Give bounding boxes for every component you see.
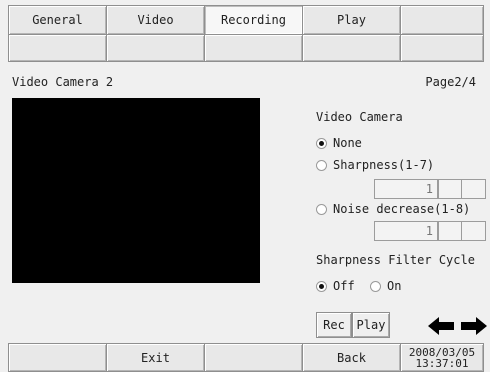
- sharpness-filter-title: Sharpness Filter Cycle: [316, 253, 475, 267]
- tab-general-label: General: [32, 13, 83, 27]
- radio-none-indicator: [316, 137, 327, 149]
- radio-noise-label: Noise decrease(1-8): [333, 202, 471, 216]
- tab-video[interactable]: Video: [106, 5, 205, 35]
- subtab-1[interactable]: [8, 34, 107, 62]
- radio-filter-on-indicator: [370, 280, 381, 292]
- prev-page-button[interactable]: [424, 312, 458, 340]
- footer-cell-1[interactable]: [8, 343, 107, 372]
- back-button[interactable]: Back: [302, 343, 401, 372]
- tab-recording-label: Recording: [220, 13, 287, 27]
- radio-sharpness-indicator: [316, 159, 327, 171]
- radio-noise-indicator: [316, 203, 327, 215]
- subtab-5[interactable]: [400, 34, 484, 62]
- radio-sharpness-label: Sharpness(1-7): [333, 158, 435, 172]
- datetime-display: 2008/03/05 13:37:01: [400, 343, 484, 372]
- footer-cell-3[interactable]: [204, 343, 303, 372]
- radio-filter-off-indicator: [316, 280, 327, 292]
- radio-none[interactable]: None: [316, 136, 362, 150]
- tab-recording[interactable]: Recording: [204, 5, 303, 35]
- noise-spin-up[interactable]: [461, 221, 486, 241]
- subtab-3[interactable]: [204, 34, 303, 62]
- sharpness-spin-up[interactable]: [461, 179, 486, 199]
- rec-button[interactable]: Rec: [316, 312, 352, 338]
- noise-spin-down[interactable]: [438, 221, 462, 241]
- arrow-right-icon: [461, 317, 487, 335]
- radio-sharpness[interactable]: Sharpness(1-7): [316, 158, 434, 172]
- next-page-button[interactable]: [458, 312, 490, 340]
- video-camera-title: Video Camera: [316, 110, 403, 124]
- radio-filter-off[interactable]: Off: [316, 279, 355, 293]
- radio-noise-decrease[interactable]: Noise decrease(1-8): [316, 202, 470, 216]
- play-button-label: Play: [356, 318, 386, 332]
- tab-play[interactable]: Play: [302, 5, 401, 35]
- subtab-2[interactable]: [106, 34, 205, 62]
- radio-none-label: None: [333, 136, 362, 150]
- video-display: [12, 98, 260, 283]
- rec-button-label: Rec: [323, 318, 345, 332]
- tab-play-label: Play: [337, 13, 366, 27]
- date-text: 2008/03/05: [408, 345, 476, 359]
- exit-button[interactable]: Exit: [106, 343, 205, 372]
- exit-button-label: Exit: [141, 350, 170, 365]
- arrow-left-icon: [428, 317, 454, 335]
- subtab-4[interactable]: [302, 34, 401, 62]
- radio-filter-on[interactable]: On: [370, 279, 401, 293]
- tab-general[interactable]: General: [8, 5, 107, 35]
- noise-value-field[interactable]: 1: [374, 221, 438, 241]
- tab-video-label: Video: [137, 13, 174, 27]
- camera-name: Video Camera 2: [12, 75, 114, 89]
- time-text: 13:37:01: [415, 356, 469, 370]
- play-button[interactable]: Play: [352, 312, 390, 338]
- tab-empty[interactable]: [400, 5, 484, 35]
- sharpness-value-field[interactable]: 1: [374, 179, 438, 199]
- back-button-label: Back: [337, 350, 366, 365]
- sharpness-spin-down[interactable]: [438, 179, 462, 199]
- page-indicator: Page2/4: [425, 75, 476, 89]
- radio-filter-off-label: Off: [333, 279, 355, 293]
- radio-filter-on-label: On: [387, 279, 402, 293]
